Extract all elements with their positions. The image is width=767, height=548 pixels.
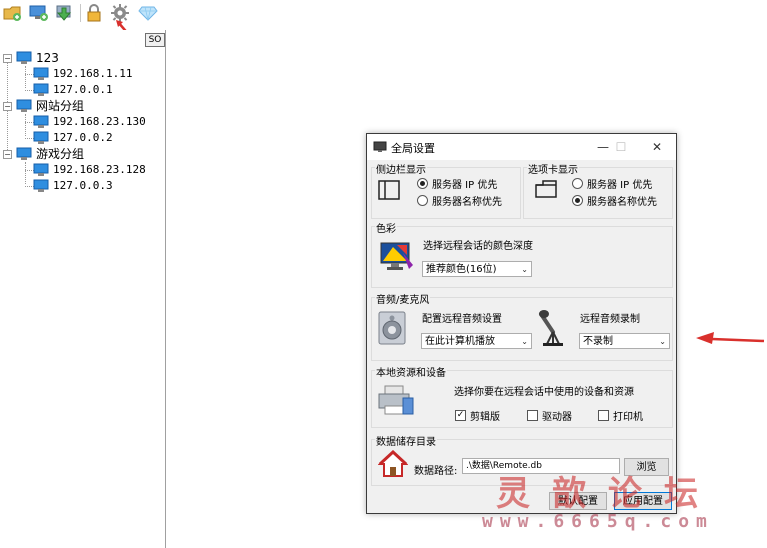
so-button[interactable]: SO xyxy=(145,33,165,47)
sidebar-display-title: 侧边栏显示 xyxy=(375,161,427,176)
sidebar-layout-icon xyxy=(378,180,400,200)
computer-icon xyxy=(33,83,49,96)
clipboard-checkbox[interactable]: ✓ 剪辑版 xyxy=(455,408,500,423)
microphone-icon xyxy=(539,310,563,346)
tree-host-label: 192.168.23.128 xyxy=(53,163,146,176)
collapse-toggle[interactable]: − xyxy=(3,102,12,111)
local-resources-title: 本地资源和设备 xyxy=(375,364,447,379)
app-icon xyxy=(373,141,387,152)
devices-icon xyxy=(378,385,414,415)
computer-icon xyxy=(16,147,32,160)
tab-ip-first-radio[interactable]: 服务器 IP 优先 xyxy=(572,176,652,191)
tree-host-label: 127.0.0.1 xyxy=(53,83,113,96)
server-tree-panel: SO − 123 192.168.1.11 127.0.0.1 − 网站分组 1… xyxy=(0,30,166,548)
audio-playback-label: 配置远程音频设置 xyxy=(422,314,502,325)
global-settings-dialog: 全局设置 — ☐ ✕ 侧边栏显示 服务器 IP 优先 服务器名称优先 选项卡显示… xyxy=(366,133,677,514)
tree-group-label: 游戏分组 xyxy=(36,147,85,161)
drives-checkbox[interactable]: 驱动器 xyxy=(527,408,572,423)
color-section-title: 色彩 xyxy=(375,220,397,235)
diamond-icon[interactable] xyxy=(137,2,159,24)
color-monitor-icon xyxy=(380,242,413,270)
computer-icon xyxy=(33,115,49,128)
add-folder-icon[interactable] xyxy=(2,2,24,24)
computer-icon xyxy=(33,163,49,176)
tab-layout-icon xyxy=(535,180,557,198)
watermark-url: www.6665q.com xyxy=(482,511,714,532)
audio-record-select[interactable]: 不录制 ⌄ xyxy=(579,333,670,349)
dialog-title: 全局设置 xyxy=(391,142,435,155)
tab-name-first-radio[interactable]: 服务器名称优先 xyxy=(572,193,657,208)
watermark-title: 灵歆论坛 xyxy=(496,474,720,514)
tree-host-label: 192.168.1.11 xyxy=(53,67,133,80)
audio-section xyxy=(371,297,673,361)
sidebar-name-first-radio[interactable]: 服务器名称优先 xyxy=(417,193,502,208)
tree-group-label: 网站分组 xyxy=(36,99,85,113)
speaker-icon xyxy=(378,311,406,345)
annotation-arrow-audio xyxy=(696,332,765,344)
computer-icon xyxy=(33,179,49,192)
tab-display-title: 选项卡显示 xyxy=(527,161,579,176)
import-icon[interactable] xyxy=(54,2,76,24)
sidebar-ip-first-radio[interactable]: 服务器 IP 优先 xyxy=(417,176,497,191)
lock-icon[interactable] xyxy=(83,2,105,24)
computer-icon xyxy=(16,99,32,112)
local-resources-label: 选择你要在远程会话中使用的设备和资源 xyxy=(454,387,634,398)
audio-record-label: 远程音频录制 xyxy=(580,314,640,325)
computer-icon xyxy=(33,67,49,80)
tree-host-label: 192.168.23.130 xyxy=(53,115,146,128)
computer-icon xyxy=(33,131,49,144)
collapse-toggle[interactable]: − xyxy=(3,54,12,63)
home-icon xyxy=(378,450,408,477)
tree-host-label: 127.0.0.3 xyxy=(53,179,113,192)
maximize-icon: ☐ xyxy=(615,140,627,154)
audio-playback-select[interactable]: 在此计算机播放 ⌄ xyxy=(421,333,532,349)
color-depth-label: 选择远程会话的颜色深度 xyxy=(423,241,533,252)
data-path-label: 数据路径: xyxy=(414,466,458,477)
collapse-toggle[interactable]: − xyxy=(3,150,12,159)
printer-checkbox[interactable]: 打印机 xyxy=(598,408,643,423)
tree-host-label: 127.0.0.2 xyxy=(53,131,113,144)
audio-section-title: 音频/麦克风 xyxy=(375,291,431,306)
storage-section-title: 数据储存目录 xyxy=(375,433,437,448)
computer-icon xyxy=(16,51,32,64)
add-remote-icon[interactable] xyxy=(28,2,50,24)
close-icon[interactable]: ✕ xyxy=(647,138,667,156)
color-section xyxy=(371,226,673,288)
minimize-icon[interactable]: — xyxy=(593,138,613,156)
color-depth-select[interactable]: 推荐颜色(16位) ⌄ xyxy=(422,261,532,277)
tree-group-label: 123 xyxy=(36,51,59,65)
dialog-titlebar[interactable]: 全局设置 — ☐ ✕ xyxy=(367,134,676,160)
